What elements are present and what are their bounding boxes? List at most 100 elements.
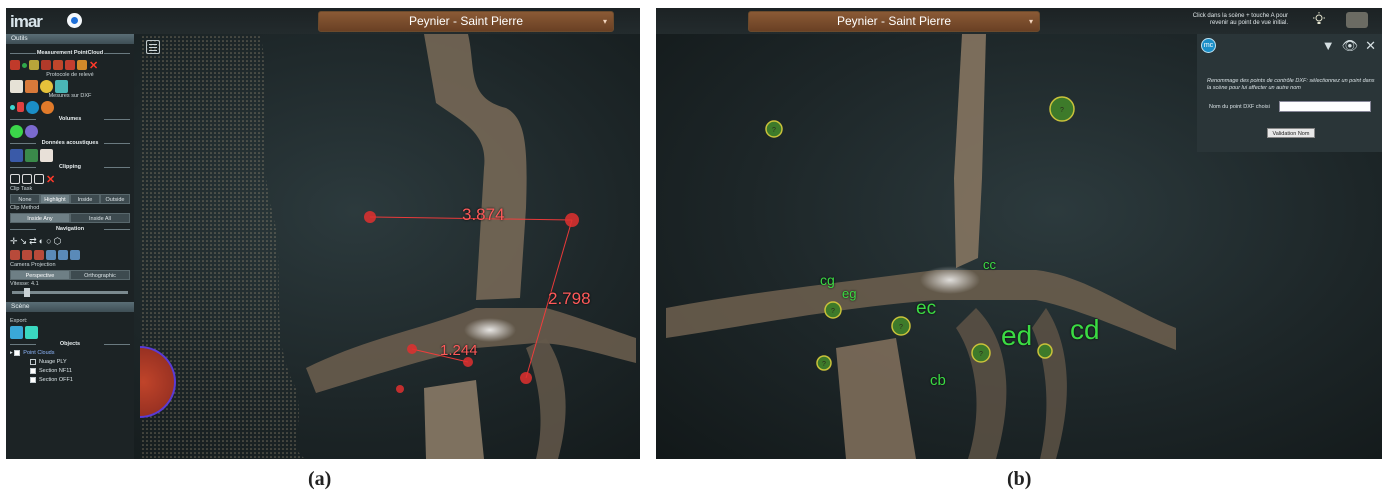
circle-measure-icon[interactable]	[65, 60, 75, 70]
slider-knob[interactable]	[24, 288, 30, 297]
site-selector-a[interactable]: Peynier - Saint Pierre ▾	[318, 11, 614, 32]
caption-b: (b)	[1007, 468, 1031, 491]
point-label-eg[interactable]: eg	[842, 286, 856, 301]
volume-b-icon[interactable]	[25, 124, 38, 138]
projection-perspective[interactable]: Perspective	[10, 270, 70, 280]
view-top-icon[interactable]	[58, 250, 68, 260]
export-json-icon[interactable]	[25, 325, 38, 339]
site-selector-b[interactable]: Peynier - Saint Pierre ▾	[748, 11, 1040, 32]
measurement-label: 2.798	[548, 289, 591, 308]
eye-icon[interactable]: 👁	[1342, 38, 1359, 54]
clip-volume-icon[interactable]	[10, 174, 20, 184]
section-navigation: Navigation	[10, 226, 130, 233]
projection-orthographic[interactable]: Orthographic	[70, 270, 130, 280]
section-clipping: Clipping	[10, 164, 130, 171]
view-right-icon[interactable]	[34, 250, 44, 260]
point-label-ec[interactable]: ec	[916, 298, 936, 320]
acoustic-map-icon[interactable]	[25, 148, 38, 162]
angle-icon[interactable]	[10, 60, 20, 70]
dxf-line-icon[interactable]	[17, 102, 24, 112]
cube-icon[interactable]: ⬡	[54, 236, 62, 247]
clip-task-outside[interactable]: Outside	[100, 194, 130, 204]
acoustic-doc-icon[interactable]	[40, 148, 53, 162]
point-label-cc[interactable]: cc	[983, 257, 996, 272]
view-front-icon[interactable]	[22, 250, 32, 260]
point-name-label: Nom du point DXF choisi	[1209, 104, 1270, 110]
point-label-cg[interactable]: cg	[820, 272, 835, 288]
globe-icon[interactable]	[67, 13, 82, 28]
rename-dxf-panel: mc ▼ 👁 ✕ Renommage des points de contrôl…	[1197, 34, 1382, 152]
volume-tools	[6, 124, 134, 138]
tree-item[interactable]: Nuage PLY	[10, 358, 134, 367]
acoustic-grid-icon[interactable]	[10, 148, 23, 162]
marker-label: ?	[1060, 107, 1064, 114]
move-icon[interactable]: ✛	[10, 236, 18, 247]
vitesse-label: Vitesse: 4.1	[10, 281, 39, 287]
section-acoustic: Données acoustiques	[10, 140, 130, 147]
dxf-tools	[6, 100, 134, 114]
earth-control-icon[interactable]: ◐	[39, 236, 44, 246]
table-icon[interactable]	[55, 79, 68, 93]
view-back-icon[interactable]	[46, 250, 56, 260]
distance-icon[interactable]	[29, 60, 39, 70]
chart-icon[interactable]	[10, 79, 23, 93]
point-label-cd[interactable]: cd	[1070, 314, 1100, 346]
clip-method-group: Inside Any Inside All	[6, 212, 134, 224]
marker-label: ?	[899, 324, 903, 331]
remove-clip-icon[interactable]: ✕	[46, 173, 55, 186]
clip-task-label: Clip Task	[10, 186, 33, 192]
clip-method-inside-any[interactable]: Inside Any	[10, 213, 70, 223]
chevron-down-icon: ▾	[602, 17, 607, 26]
close-icon[interactable]: ✕	[1365, 38, 1376, 54]
collapse-icon[interactable]: ▼	[1322, 38, 1335, 54]
checkbox[interactable]	[14, 349, 21, 356]
bar-chart-icon[interactable]	[25, 79, 38, 93]
section-measurement: Measurement PointCloud	[10, 50, 130, 57]
zoom-fit-icon[interactable]: ○	[46, 236, 51, 246]
clip-plane-icon[interactable]	[34, 174, 44, 184]
sidebar-header-outils[interactable]: Outils	[6, 34, 134, 44]
tree-root[interactable]: ▸ Point Clouds	[10, 349, 134, 358]
menu-icon[interactable]	[146, 40, 160, 54]
clip-task-highlight[interactable]: Highlight	[40, 194, 70, 204]
vitesse-slider[interactable]	[12, 288, 128, 297]
mc-icon[interactable]	[26, 100, 39, 114]
caption-b-text: (b)	[1007, 468, 1032, 490]
tree-item[interactable]: Section NF11	[10, 367, 134, 376]
volume-icon[interactable]	[10, 124, 23, 138]
view-bottom-icon[interactable]	[70, 250, 80, 260]
checkbox[interactable]	[30, 367, 36, 374]
clip-polygon-icon[interactable]	[22, 174, 32, 184]
marker-label: ?	[979, 351, 983, 358]
export-las-icon[interactable]	[10, 325, 23, 339]
checkbox[interactable]	[30, 358, 36, 365]
validate-name-button[interactable]: Validation Nom	[1267, 128, 1315, 138]
orbit-icon[interactable]: ⇄	[29, 236, 37, 247]
mc-tool-button[interactable]: mc	[1201, 38, 1216, 53]
remove-measurements-icon[interactable]: ✕	[89, 59, 98, 72]
fly-icon[interactable]: ↘	[20, 236, 28, 247]
point-label-ed[interactable]: ed	[1001, 320, 1032, 352]
point-icon[interactable]	[22, 62, 27, 68]
height-icon[interactable]	[41, 60, 51, 70]
view-left-icon[interactable]	[10, 250, 20, 260]
camera-projection-group: Perspective Orthographic	[6, 269, 134, 281]
sun-icon[interactable]	[40, 79, 53, 93]
clip-task-inside[interactable]: Inside	[70, 194, 100, 204]
point-name-input[interactable]	[1279, 101, 1371, 112]
profile-icon[interactable]	[77, 60, 87, 70]
caption-a: (a)	[308, 468, 331, 491]
sidebar-header-scene[interactable]: Scène	[6, 302, 134, 312]
dxf-point-icon[interactable]	[10, 104, 15, 110]
point-label-cb[interactable]: cb	[930, 372, 946, 389]
area-icon[interactable]	[53, 60, 63, 70]
dxf-target-icon[interactable]	[41, 100, 54, 114]
protocol-label: Protocole de relevé	[46, 72, 94, 78]
tree-item[interactable]: Section OFF1	[10, 376, 134, 385]
clip-method-inside-all[interactable]: Inside All	[70, 213, 130, 223]
clip-task-none[interactable]: None	[10, 194, 40, 204]
tools-sidebar: Outils Measurement PointCloud ✕ Protocol…	[6, 34, 134, 459]
tree-item-label: Nuage PLY	[39, 359, 67, 365]
checkbox[interactable]	[30, 376, 36, 383]
lightbulb-icon[interactable]	[1312, 12, 1326, 26]
